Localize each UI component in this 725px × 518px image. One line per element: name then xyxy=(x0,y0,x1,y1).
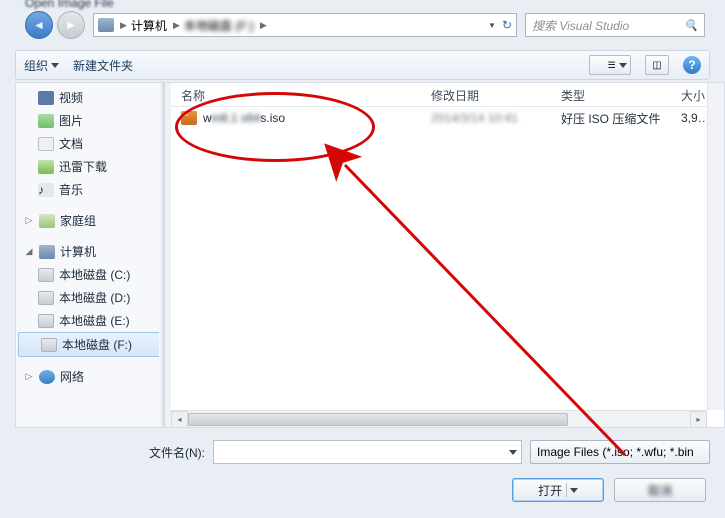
nav-item-music[interactable]: ♪音乐 xyxy=(16,178,165,201)
expander-icon[interactable]: ▷ xyxy=(24,371,34,382)
view-options-button[interactable]: ☰ xyxy=(589,55,631,75)
nav-item-drive-d[interactable]: 本地磁盘 (D:) xyxy=(16,286,165,309)
expander-icon[interactable]: ▷ xyxy=(24,215,34,226)
column-headers: 名称 修改日期 类型 大小 xyxy=(171,83,724,107)
computer-icon xyxy=(98,18,114,32)
scroll-thumb[interactable] xyxy=(188,413,568,426)
search-icon: 🔍 xyxy=(684,19,698,32)
nav-item-documents[interactable]: 文档 xyxy=(16,132,165,155)
nav-back-button[interactable]: ◄ xyxy=(25,11,53,39)
expander-icon[interactable]: ◢ xyxy=(24,246,34,257)
chevron-down-icon[interactable] xyxy=(509,450,517,455)
music-icon: ♪ xyxy=(38,183,54,197)
vertical-scrollbar[interactable] xyxy=(707,83,724,410)
refresh-icon[interactable]: ↻ xyxy=(502,18,512,32)
file-type-cell: 好压 ISO 压缩文件 xyxy=(551,108,671,129)
address-row: ◄ ► ▶ 计算机 ▶ 本地磁盘 (F:) ▶ ▼ ↻ 搜索 Visual Stud… xyxy=(25,10,705,40)
column-date[interactable]: 修改日期 xyxy=(421,83,551,106)
address-bar[interactable]: ▶ 计算机 ▶ 本地磁盘 (F:) ▶ ▼ ↻ xyxy=(93,13,517,37)
nav-item-pictures[interactable]: 图片 xyxy=(16,109,165,132)
toolbar: 组织 新建文件夹 ☰ ◫ ? xyxy=(15,50,710,80)
file-date-cell: 2014/3/14 10:41 xyxy=(421,109,551,127)
cancel-button[interactable]: 取消 xyxy=(614,478,706,502)
search-placeholder: 搜索 Visual Studio xyxy=(532,17,629,34)
crumb-computer[interactable]: 计算机 xyxy=(131,17,167,34)
nav-item-computer[interactable]: ◢计算机 xyxy=(16,240,165,263)
filename-label: 文件名(N): xyxy=(15,444,205,461)
nav-item-drive-e[interactable]: 本地磁盘 (E:) xyxy=(16,309,165,332)
horizontal-scrollbar[interactable]: ◂ ▸ xyxy=(171,410,707,427)
nav-item-drive-c[interactable]: 本地磁盘 (C:) xyxy=(16,263,165,286)
file-name-cell: win8.1 x64s.iso xyxy=(171,109,421,127)
dropdown-icon[interactable]: ▼ xyxy=(488,21,496,30)
filename-input[interactable] xyxy=(213,440,522,464)
column-name[interactable]: 名称 xyxy=(171,83,421,106)
crumb-drive[interactable]: 本地磁盘 (F:) xyxy=(184,17,254,34)
nav-item-videos[interactable]: 视频 xyxy=(16,86,165,109)
chevron-right-icon[interactable]: ▶ xyxy=(120,20,127,31)
file-list-pane: 名称 修改日期 类型 大小 win8.1 x64s.iso 2014/3/14 … xyxy=(171,82,725,428)
organize-button[interactable]: 组织 xyxy=(24,57,59,74)
chevron-down-icon xyxy=(570,488,578,493)
column-type[interactable]: 类型 xyxy=(551,83,671,106)
chevron-right-icon[interactable]: ▶ xyxy=(260,20,267,31)
filetype-filter[interactable]: Image Files (*.iso; *.wfu; *.bin xyxy=(530,440,710,464)
scroll-left-arrow[interactable]: ◂ xyxy=(171,411,188,428)
help-button[interactable]: ? xyxy=(683,56,701,74)
nav-item-network[interactable]: ▷网络 xyxy=(16,365,165,388)
open-button[interactable]: 打开 xyxy=(512,478,604,502)
search-input[interactable]: 搜索 Visual Studio 🔍 xyxy=(525,13,705,37)
scroll-right-arrow[interactable]: ▸ xyxy=(690,411,707,428)
chevron-right-icon[interactable]: ▶ xyxy=(173,20,180,31)
crumb-folder[interactable] xyxy=(271,18,294,32)
dialog-bottom: 文件名(N): Image Files (*.iso; *.wfu; *.bin… xyxy=(15,434,710,508)
nav-item-downloads[interactable]: 迅雷下载 xyxy=(16,155,165,178)
nav-item-drive-f[interactable]: 本地磁盘 (F:) xyxy=(18,332,163,357)
chevron-down-icon xyxy=(51,63,59,68)
iso-file-icon xyxy=(181,111,197,125)
window-title: Open Image File xyxy=(25,0,114,10)
chevron-down-icon xyxy=(619,63,627,68)
navigation-pane: 视频 图片 文档 迅雷下载 ♪音乐 ▷家庭组 ◢计算机 本地磁盘 (C:) 本地… xyxy=(15,82,165,428)
preview-pane-button[interactable]: ◫ xyxy=(645,55,669,75)
new-folder-button[interactable]: 新建文件夹 xyxy=(73,57,133,74)
nav-item-homegroup[interactable]: ▷家庭组 xyxy=(16,209,165,232)
nav-forward-button[interactable]: ► xyxy=(57,11,85,39)
file-row[interactable]: win8.1 x64s.iso 2014/3/14 10:41 好压 ISO 压… xyxy=(171,107,724,129)
